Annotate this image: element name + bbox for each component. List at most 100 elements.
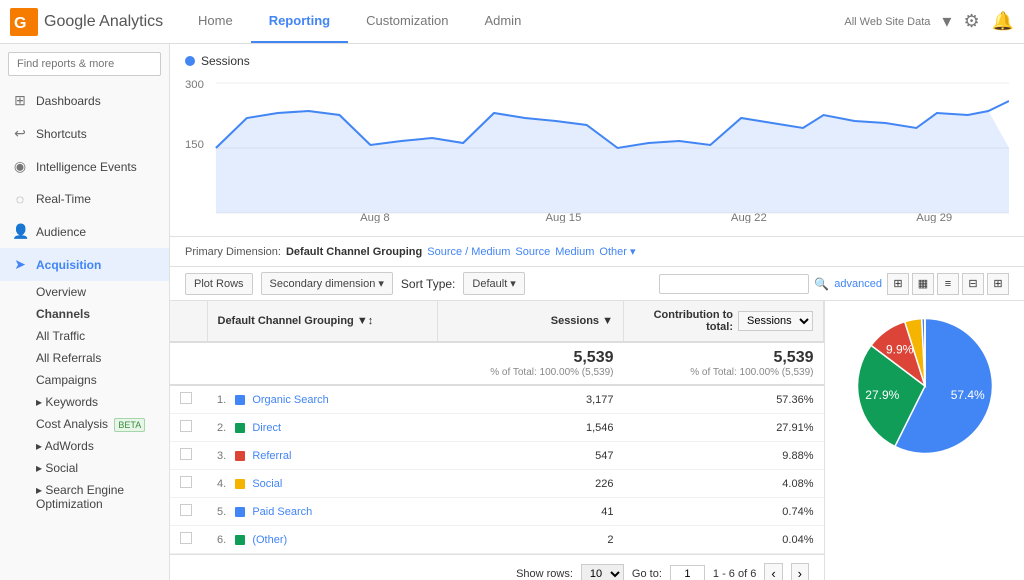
- row-pct: 27.91%: [624, 414, 824, 442]
- dim-other[interactable]: Other ▾: [599, 245, 635, 258]
- row-checkbox[interactable]: [180, 532, 192, 544]
- dashboards-icon: ⊞: [12, 92, 28, 109]
- svg-text:Aug 22: Aug 22: [731, 212, 767, 223]
- main-nav: Home Reporting Customization Admin: [180, 0, 844, 43]
- row-pct: 9.88%: [624, 442, 824, 470]
- dim-source[interactable]: Source: [515, 246, 550, 258]
- nav-reporting[interactable]: Reporting: [251, 0, 348, 43]
- row-checkbox[interactable]: [180, 448, 192, 460]
- channel-link[interactable]: Organic Search: [252, 394, 328, 406]
- sessions-dot: [185, 56, 195, 66]
- sidebar-sub-alltraffic[interactable]: All Traffic: [0, 325, 169, 347]
- table-row: 2. Direct 1,546 27.91%: [170, 414, 824, 442]
- intelligence-icon: ◉: [12, 158, 28, 175]
- search-icon[interactable]: 🔍: [814, 277, 829, 291]
- row-checkbox[interactable]: [180, 504, 192, 516]
- contrib-select[interactable]: Sessions: [738, 311, 813, 331]
- dim-medium[interactable]: Medium: [555, 246, 594, 258]
- prev-page-button[interactable]: ‹: [764, 563, 782, 580]
- totals-row: 5,539 % of Total: 100.00% (5,539) 5,539 …: [170, 342, 824, 385]
- channel-link[interactable]: Social: [252, 478, 282, 490]
- sort-type-button[interactable]: Default ▾: [463, 272, 524, 295]
- primary-dim-selected: Default Channel Grouping: [286, 246, 422, 258]
- dim-source-medium[interactable]: Source / Medium: [427, 246, 510, 258]
- sidebar-item-audience[interactable]: 👤 Audience: [0, 215, 169, 248]
- sidebar-sub-keywords[interactable]: ▸ Keywords: [0, 391, 169, 413]
- sidebar-item-intelligence[interactable]: ◉ Intelligence Events: [0, 150, 169, 183]
- sidebar-sub-costanalysis[interactable]: Cost Analysis BETA: [0, 413, 169, 435]
- nav-admin[interactable]: Admin: [466, 0, 539, 43]
- row-pct: 0.74%: [624, 498, 824, 526]
- sidebar-sub-campaigns[interactable]: Campaigns: [0, 369, 169, 391]
- table-row: 4. Social 226 4.08%: [170, 470, 824, 498]
- sidebar-item-label: Intelligence Events: [36, 160, 137, 174]
- row-num: 4.: [217, 478, 226, 490]
- advanced-link[interactable]: advanced: [834, 278, 882, 290]
- app-container: G Google Analytics Home Reporting Custom…: [0, 0, 1024, 580]
- row-num: 5.: [217, 506, 226, 518]
- secondary-dimension-button[interactable]: Secondary dimension ▾: [261, 272, 393, 295]
- sidebar-item-dashboards[interactable]: ⊞ Dashboards: [0, 84, 169, 117]
- show-rows-select[interactable]: 10 25 50: [581, 564, 624, 580]
- table-search-input[interactable]: [659, 274, 809, 294]
- row-pct: 57.36%: [624, 385, 824, 414]
- table-row: 5. Paid Search 41 0.74%: [170, 498, 824, 526]
- view-icon-grid[interactable]: ⊞: [887, 273, 909, 295]
- sidebar-item-realtime[interactable]: ◌ Real-Time: [0, 183, 169, 215]
- sidebar-sub-channels[interactable]: Channels: [0, 303, 169, 325]
- col-header-sessions[interactable]: Sessions ▼: [437, 301, 623, 342]
- search-right: 🔍 advanced ⊞ ▦ ≡ ⊟ ⊞: [659, 273, 1009, 295]
- sidebar-sub-overview[interactable]: Overview: [0, 281, 169, 303]
- row-checkbox[interactable]: [180, 476, 192, 488]
- sidebar-sub-seo[interactable]: ▸ Search Engine Optimization: [0, 479, 169, 515]
- main-content: Sessions 300 150 Aug 8 Aug 15: [170, 44, 1024, 580]
- app-title: Google Analytics: [44, 13, 163, 31]
- beta-badge: BETA: [114, 418, 145, 432]
- dropdown-icon[interactable]: ▾: [942, 11, 951, 32]
- notification-icon[interactable]: 🔔: [992, 11, 1014, 32]
- table-footer: Show rows: 10 25 50 Go to: 1 - 6 of 6 ‹ …: [170, 554, 824, 580]
- toolbar: Plot Rows Secondary dimension ▾ Sort Typ…: [170, 267, 1024, 301]
- primary-dim-label: Primary Dimension:: [185, 246, 281, 258]
- primary-dimension-bar: Primary Dimension: Default Channel Group…: [170, 237, 1024, 267]
- nav-customization[interactable]: Customization: [348, 0, 466, 43]
- search-input[interactable]: [8, 52, 161, 76]
- top-bar: G Google Analytics Home Reporting Custom…: [0, 0, 1024, 44]
- range-label: 1 - 6 of 6: [713, 568, 756, 580]
- ga-logo-icon: G: [10, 8, 38, 36]
- row-checkbox[interactable]: [180, 392, 192, 404]
- channel-link[interactable]: Referral: [252, 450, 291, 462]
- go-to-input[interactable]: [670, 565, 705, 580]
- view-icon-bar[interactable]: ▦: [912, 273, 934, 295]
- pie-chart: 57.4%27.9%9.9%: [850, 311, 1000, 461]
- channel-link[interactable]: Direct: [252, 422, 281, 434]
- channel-link[interactable]: (Other): [252, 534, 287, 546]
- pie-section: 57.4%27.9%9.9%: [824, 301, 1024, 580]
- svg-text:300: 300: [185, 79, 204, 91]
- next-page-button[interactable]: ›: [791, 563, 809, 580]
- row-sessions: 226: [437, 470, 623, 498]
- shortcuts-icon: ↩: [12, 125, 28, 142]
- sidebar-sub-adwords[interactable]: ▸ AdWords: [0, 435, 169, 457]
- settings-icon[interactable]: ⚙: [963, 11, 979, 32]
- sidebar-sub-social[interactable]: ▸ Social: [0, 457, 169, 479]
- channel-color-dot: [235, 535, 245, 545]
- channel-link[interactable]: Paid Search: [252, 506, 312, 518]
- row-sessions: 3,177: [437, 385, 623, 414]
- sidebar-item-shortcuts[interactable]: ↩ Shortcuts: [0, 117, 169, 150]
- sidebar-item-acquisition[interactable]: ➤ Acquisition: [0, 248, 169, 281]
- logo-area: G Google Analytics: [10, 8, 180, 36]
- view-icon-custom[interactable]: ⊞: [987, 273, 1009, 295]
- sidebar-sub-allreferrals[interactable]: All Referrals: [0, 347, 169, 369]
- view-icon-pivot[interactable]: ⊟: [962, 273, 984, 295]
- chart-area: Sessions 300 150 Aug 8 Aug 15: [170, 44, 1024, 237]
- channel-color-dot: [235, 423, 245, 433]
- channel-color-dot: [235, 395, 245, 405]
- row-sessions: 1,546: [437, 414, 623, 442]
- view-icon-compare[interactable]: ≡: [937, 273, 959, 295]
- col-header-channel[interactable]: Default Channel Grouping ▼↕: [207, 301, 437, 342]
- row-checkbox[interactable]: [180, 420, 192, 432]
- plot-rows-button[interactable]: Plot Rows: [185, 273, 253, 295]
- svg-text:G: G: [14, 15, 26, 32]
- nav-home[interactable]: Home: [180, 0, 251, 43]
